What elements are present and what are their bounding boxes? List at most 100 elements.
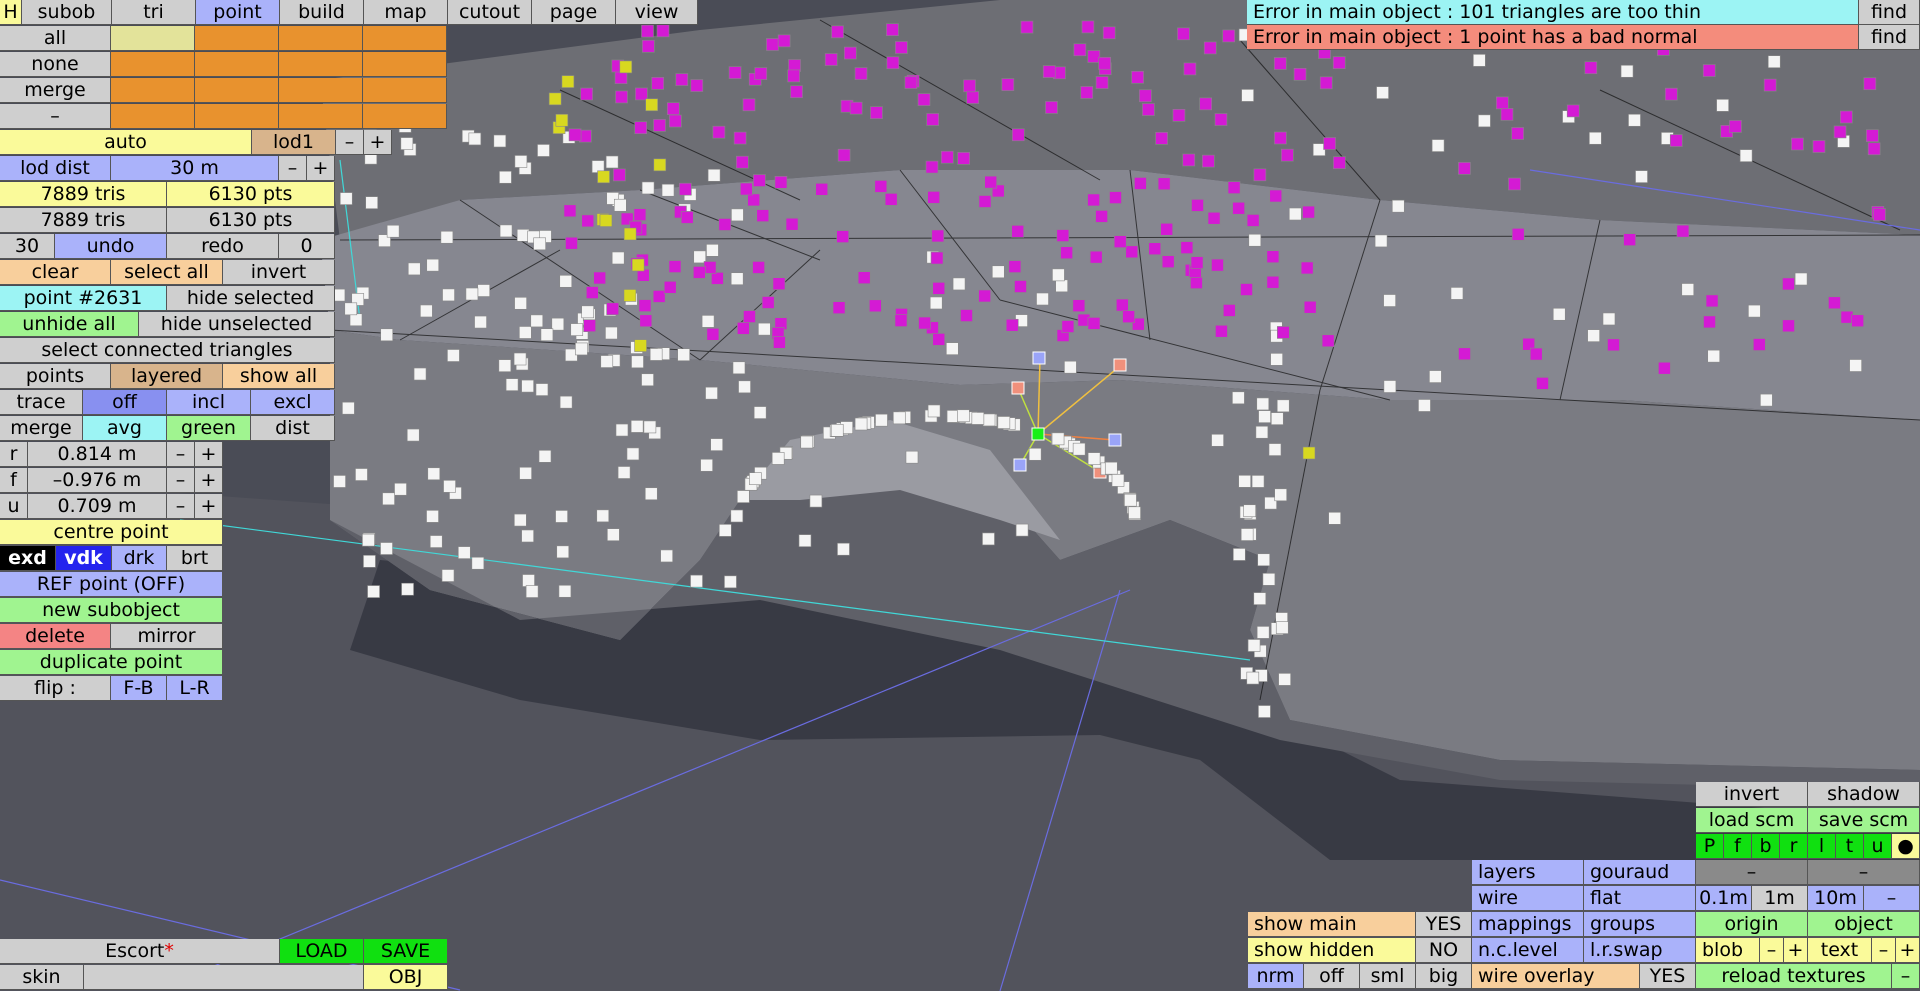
tab-page[interactable]: page [532,0,616,25]
lod-minus-button[interactable]: – [336,130,364,155]
mirror-button[interactable]: mirror [111,624,223,649]
group-slot[interactable] [279,78,363,103]
show-main-label[interactable]: show main [1248,912,1416,937]
group-slot[interactable] [363,104,447,129]
u-coord-value[interactable]: 0.709 m [28,494,167,519]
points-mode-button[interactable]: points [0,364,111,389]
group-slot[interactable] [111,104,195,129]
tab-point[interactable]: point [196,0,280,25]
group-slot[interactable] [111,78,195,103]
trace-label[interactable]: trace [0,390,83,415]
skin-field[interactable] [84,965,364,990]
show-all-button[interactable]: show all [223,364,335,389]
tab-cutout[interactable]: cutout [448,0,532,25]
view-right-button[interactable]: r [1780,834,1808,859]
lod-level-label[interactable]: lod1 [252,130,336,155]
file-name[interactable]: Escort* [0,939,280,964]
duplicate-point-button[interactable]: duplicate point [0,650,223,675]
drk-button[interactable]: drk [112,546,167,571]
load-scm-button[interactable]: load scm [1696,808,1808,833]
select-all-button[interactable]: select all [111,260,223,285]
f-plus-button[interactable]: + [195,468,223,493]
load-button[interactable]: LOAD [280,939,364,964]
merge-avg-button[interactable]: avg [83,416,167,441]
group-slot[interactable] [279,26,363,51]
flat-button[interactable]: flat [1584,886,1696,911]
show-hidden-value[interactable]: NO [1416,938,1472,963]
undo-button[interactable]: undo [55,234,167,259]
lod-auto-button[interactable]: auto [0,130,252,155]
blob-button[interactable]: blob [1696,938,1760,963]
view-perspective-button[interactable]: P [1696,834,1724,859]
merge-group-button[interactable]: merge [0,78,111,103]
save-scm-button[interactable]: save scm [1808,808,1920,833]
scale-minus-button[interactable]: – [1864,886,1920,911]
nrm-button[interactable]: nrm [1248,964,1304,989]
view-dot-button[interactable]: ● [1892,834,1920,859]
group-slot[interactable] [363,78,447,103]
r-minus-button[interactable]: – [167,442,195,467]
save-button[interactable]: SAVE [364,939,448,964]
ref-point-button[interactable]: REF point (OFF) [0,572,223,597]
view-left-button[interactable]: l [1808,834,1836,859]
group-slot[interactable] [363,26,447,51]
flip-fb-button[interactable]: F-B [111,676,167,701]
view-dash-button[interactable]: – [1696,860,1808,885]
gouraud-button[interactable]: gouraud [1584,860,1696,885]
lr-swap-button[interactable]: l.r.swap [1584,938,1696,963]
group-slot[interactable] [195,26,279,51]
find-button[interactable]: find [1859,0,1920,25]
text-minus-button[interactable]: – [1872,938,1896,963]
text-button[interactable]: text [1808,938,1872,963]
invert-view-button[interactable]: invert [1696,782,1808,807]
lod-plus-button[interactable]: + [364,130,392,155]
group-slot[interactable] [279,52,363,77]
group-slot[interactable] [195,104,279,129]
u-minus-button[interactable]: – [167,494,195,519]
scale-0-1m-button[interactable]: 0.1m [1696,886,1752,911]
vdk-button[interactable]: vdk [56,546,112,571]
show-hidden-label[interactable]: show hidden [1248,938,1416,963]
find-button[interactable]: find [1859,25,1920,50]
merge-green-button[interactable]: green [167,416,251,441]
normals-big-button[interactable]: big [1416,964,1472,989]
show-main-value[interactable]: YES [1416,912,1472,937]
obj-button[interactable]: OBJ [364,965,448,990]
lod-dist-plus-button[interactable]: + [307,156,335,181]
brt-button[interactable]: brt [167,546,223,571]
groups-button[interactable]: groups [1584,912,1696,937]
nc-level-button[interactable]: n.c.level [1472,938,1584,963]
tab-view[interactable]: view [616,0,698,25]
merge-points-button[interactable]: merge [0,416,83,441]
trace-excl-button[interactable]: excl [251,390,335,415]
tab-tri[interactable]: tri [112,0,196,25]
view-dash-button[interactable]: – [1808,860,1920,885]
reload-textures-button[interactable]: reload textures [1696,964,1892,989]
f-coord-value[interactable]: –0.976 m [28,468,167,493]
r-plus-button[interactable]: + [195,442,223,467]
select-connected-triangles-button[interactable]: select connected triangles [0,338,335,363]
group-slot[interactable] [195,78,279,103]
r-coord-value[interactable]: 0.814 m [28,442,167,467]
view-front-button[interactable]: f [1724,834,1752,859]
unhide-all-button[interactable]: unhide all [0,312,139,337]
view-top-button[interactable]: t [1836,834,1864,859]
normals-small-button[interactable]: sml [1360,964,1416,989]
invert-selection-button[interactable]: invert [223,260,335,285]
select-none-group[interactable]: none [0,52,111,77]
group-slot[interactable] [195,52,279,77]
centre-point-button[interactable]: centre point [0,520,223,545]
new-subobject-button[interactable]: new subobject [0,598,223,623]
shadow-button[interactable]: shadow [1808,782,1920,807]
flip-lr-button[interactable]: L-R [167,676,223,701]
tab-map[interactable]: map [364,0,448,25]
tab-h[interactable]: H [0,0,22,25]
select-all-group[interactable]: all [0,26,111,51]
group-slot[interactable] [279,104,363,129]
group-slot[interactable] [111,52,195,77]
skin-button[interactable]: skin [0,965,84,990]
trace-off-button[interactable]: off [83,390,167,415]
view-under-button[interactable]: u [1864,834,1892,859]
clear-button[interactable]: clear [0,260,111,285]
merge-dist-button[interactable]: dist [251,416,335,441]
